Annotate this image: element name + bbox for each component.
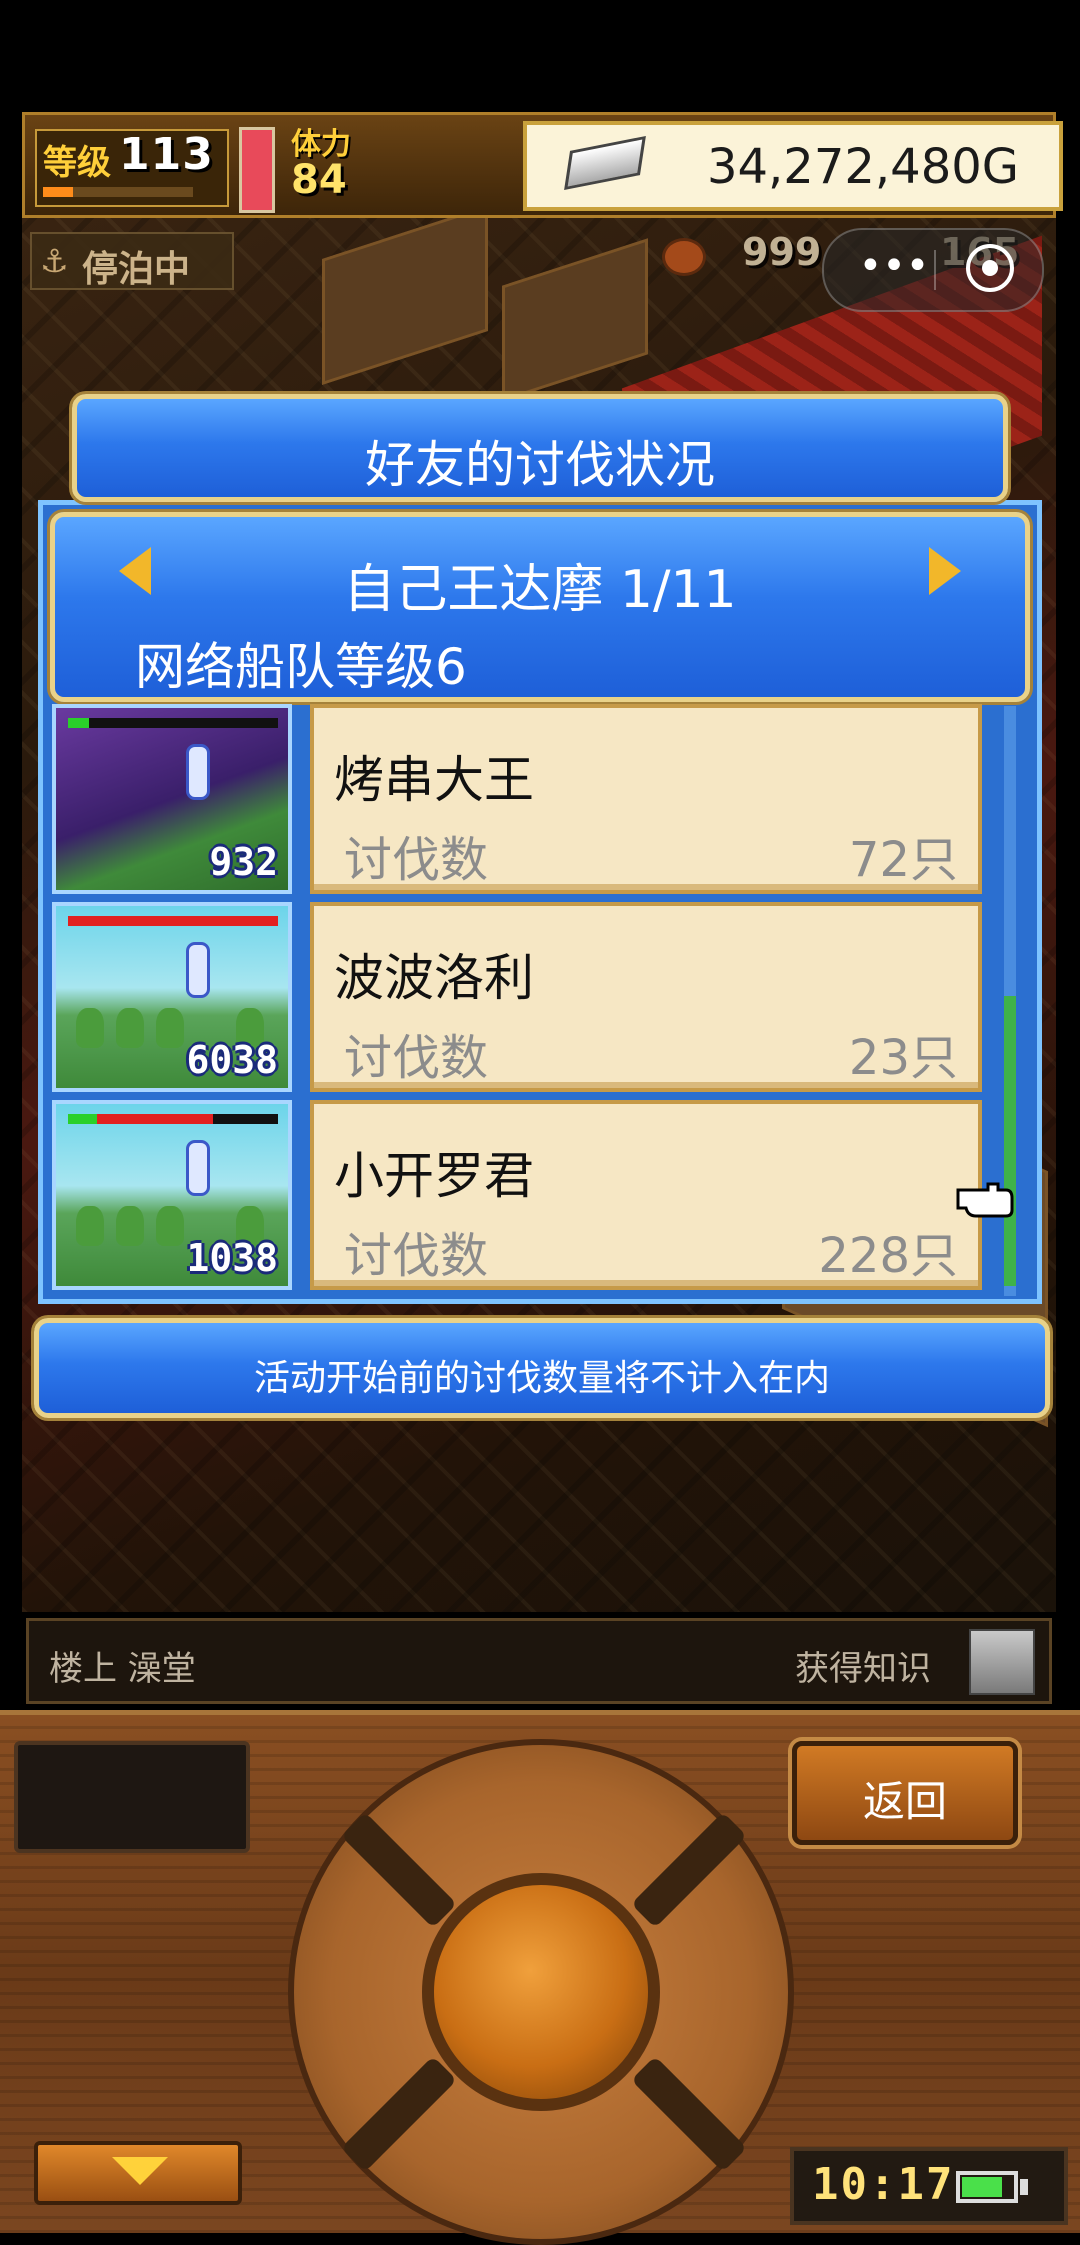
monster-name: 自己王达摩 1/11: [343, 560, 737, 620]
friend-name: 波波洛利: [334, 949, 534, 1007]
kill-count: 228只: [818, 1228, 958, 1284]
hp-bar: [68, 718, 278, 728]
level-value: 113: [119, 129, 214, 180]
friend-card[interactable]: 烤串大王 讨伐数 72只: [310, 704, 982, 894]
notice-text: 活动开始前的讨伐数量将不计入在内: [253, 1358, 830, 1399]
dpad-divider: [341, 2056, 457, 2172]
back-button-label: 返回: [862, 1777, 947, 1826]
room-tile: [502, 238, 648, 402]
stamina-fill: [242, 130, 272, 210]
hp-bar-green: [68, 1114, 98, 1124]
battery-fill: [962, 2177, 1002, 2197]
kill-count-label: 讨伐数: [344, 1030, 489, 1086]
monster-sprite: [186, 942, 210, 998]
kill-count: 23只: [848, 1030, 958, 1086]
location-bar: 楼上 澡堂 获得知识: [26, 1618, 1052, 1704]
down-button[interactable]: [34, 2141, 242, 2205]
dialog-title: 好友的讨伐状况: [365, 436, 715, 494]
dpad-center-button[interactable]: [422, 1873, 660, 2111]
dpad[interactable]: [288, 1739, 794, 2245]
battle-score: 6038: [186, 1038, 278, 1082]
anchor-icon: ⚓: [40, 242, 69, 280]
food-icon: [662, 238, 706, 276]
battle-thumbnail: 932: [52, 704, 292, 894]
controller-panel: 返回 10:17: [0, 1710, 1080, 2245]
stamina-value: 84: [291, 157, 347, 203]
dpad-divider: [631, 1812, 747, 1928]
silver-ingot-icon: [564, 135, 646, 191]
more-options-button[interactable]: •••: [854, 244, 934, 294]
location-label: 楼上 澡堂: [49, 1649, 196, 1689]
list-item[interactable]: 932 烤串大王 讨伐数 72只: [52, 704, 982, 898]
dpad-divider: [631, 2056, 747, 2172]
clock-time: 10:17: [812, 2159, 955, 2210]
level-progress-fill: [43, 187, 73, 197]
monster-sprite: [186, 1140, 210, 1196]
arrow-down-icon: [112, 2157, 168, 2185]
stamina-bar: [239, 127, 275, 213]
dpad-divider: [341, 1812, 457, 1928]
battle-thumbnail: 1038: [52, 1100, 292, 1290]
notice-banner: 活动开始前的讨伐数量将不计入在内: [34, 1318, 1050, 1418]
room-tile: [322, 205, 488, 385]
scrollbar-thumb[interactable]: [1004, 996, 1016, 1286]
battle-thumbnail: 6038: [52, 902, 292, 1092]
target-icon: [982, 260, 998, 276]
capsule-divider: [934, 250, 936, 290]
monster-sprite: [186, 744, 210, 800]
left-slot: [14, 1741, 250, 1853]
fleet-level: 网络船队等级6: [135, 638, 467, 696]
food-count: 999: [742, 230, 822, 274]
knowledge-label: 获得知识: [795, 1649, 931, 1689]
friend-list[interactable]: 932 烤串大王 讨伐数 72只 6038 波波洛利 讨伐数 23只 1038 …: [52, 704, 982, 1298]
kill-count: 72只: [848, 832, 958, 888]
close-miniprogram-button[interactable]: [966, 244, 1014, 292]
dialog-title-banner: 好友的讨伐状况: [72, 394, 1008, 502]
hp-bar-fill: [68, 718, 89, 728]
friend-card[interactable]: 波波洛利 讨伐数 23只: [310, 902, 982, 1092]
hp-bar-fill: [68, 916, 278, 926]
friend-name: 烤串大王: [334, 751, 534, 809]
battery-icon: [956, 2171, 1018, 2203]
hp-bar: [68, 1114, 278, 1124]
list-item[interactable]: 1038 小开罗君 讨伐数 228只: [52, 1100, 982, 1294]
battle-score: 932: [209, 840, 278, 884]
gold-value: 34,272,480G: [706, 139, 1019, 195]
miniprogram-capsule: •••: [822, 228, 1044, 312]
mooring-status: ⚓ 停泊中: [30, 232, 234, 290]
hp-bar-fill: [97, 1114, 213, 1124]
fist-icon[interactable]: [969, 1629, 1035, 1695]
level-progress-bar: [43, 187, 193, 197]
hp-bar: [68, 916, 278, 926]
kill-count-label: 讨伐数: [344, 1228, 489, 1284]
friend-card[interactable]: 小开罗君 讨伐数 228只: [310, 1100, 982, 1290]
next-arrow-icon[interactable]: [929, 547, 961, 595]
battle-score: 1038: [186, 1236, 278, 1280]
gold-panel: 34,272,480G: [523, 121, 1063, 211]
monster-header: 自己王达摩 1/11 网络船队等级6: [50, 512, 1030, 702]
clock-display: 10:17: [790, 2147, 1068, 2225]
top-hud: 等级 113 体力 84 34,272,480G: [22, 112, 1063, 218]
level-box: 等级 113: [35, 129, 229, 207]
kill-count-label: 讨伐数: [344, 832, 489, 888]
mooring-label: 停泊中: [82, 249, 191, 290]
level-label: 等级: [43, 143, 111, 183]
friend-name: 小开罗君: [334, 1147, 534, 1205]
back-button[interactable]: 返回: [792, 1741, 1018, 1845]
pointing-hand-icon: [956, 1182, 1014, 1218]
list-item[interactable]: 6038 波波洛利 讨伐数 23只: [52, 902, 982, 1096]
battery-tip: [1020, 2179, 1028, 2195]
